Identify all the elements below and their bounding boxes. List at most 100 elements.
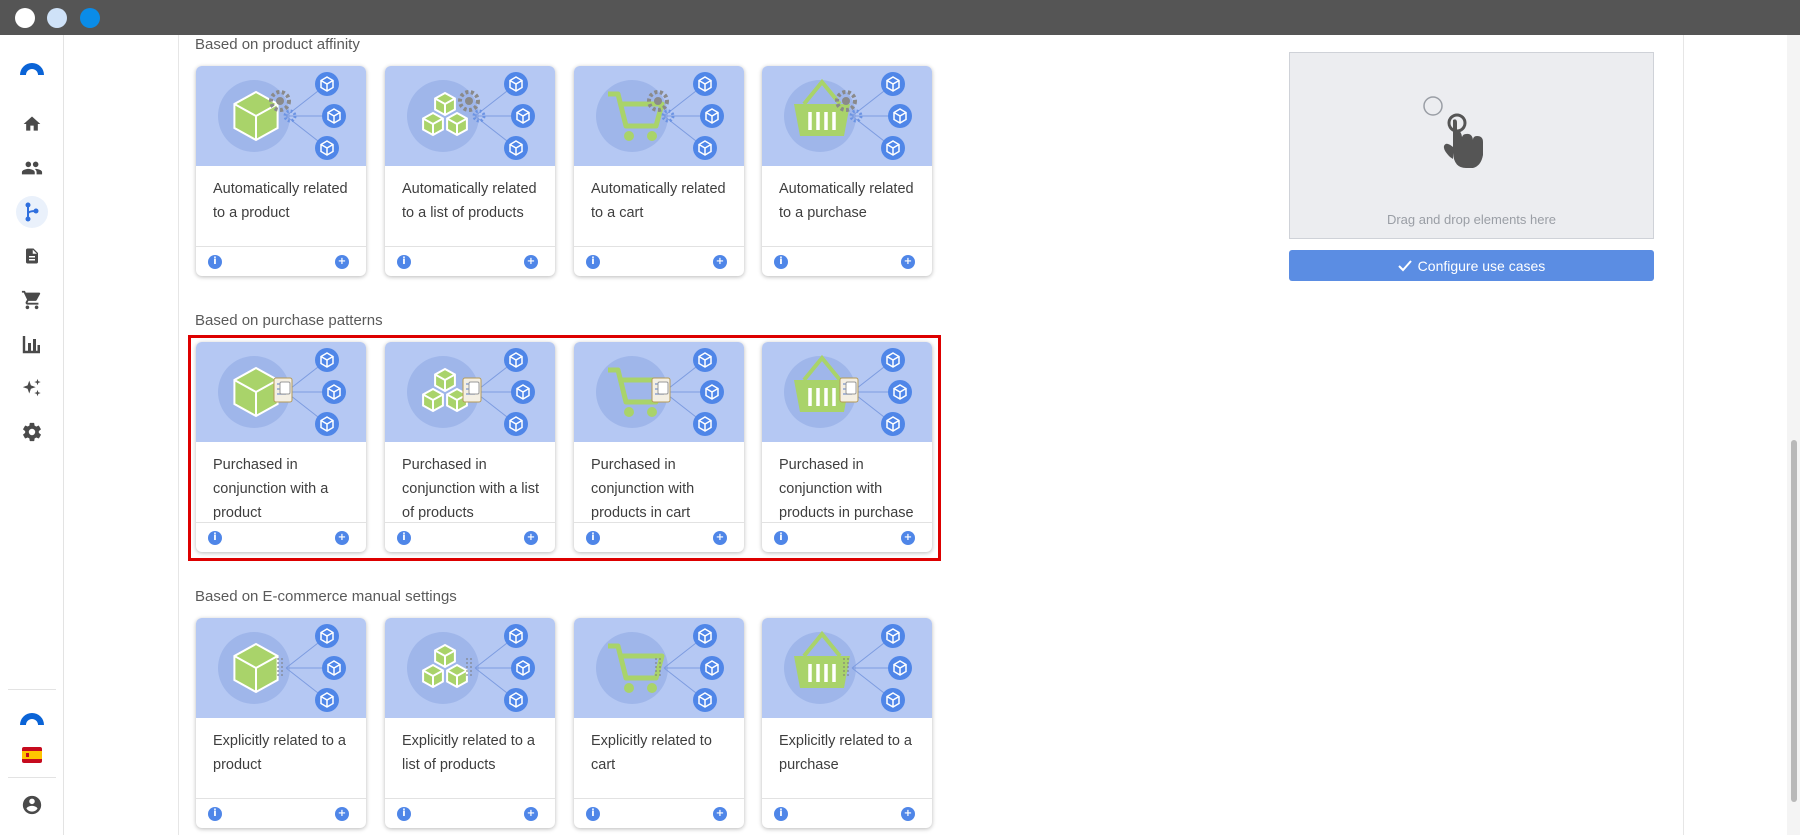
use-case-card[interactable]: Purchased in conjunction with a product i… (196, 342, 366, 552)
info-icon[interactable]: i (397, 807, 411, 821)
card-label: Explicitly related to a product (213, 733, 346, 773)
card-footer: i + (574, 798, 744, 828)
use-case-card[interactable]: Purchased in conjunction with a list of … (385, 342, 555, 552)
sidebar-divider (8, 777, 56, 778)
add-icon[interactable]: + (335, 807, 349, 821)
add-icon[interactable]: + (901, 531, 915, 545)
card-label: Purchased in conjunction with products i… (779, 457, 914, 521)
card-footer: i + (196, 798, 366, 828)
add-icon[interactable]: + (524, 255, 538, 269)
flow-icon[interactable] (16, 196, 48, 228)
user-account-icon[interactable] (16, 789, 48, 821)
card-label: Purchased in conjunction with a list of … (402, 457, 540, 521)
card-label: Purchased in conjunction with a product (213, 457, 329, 521)
basket-gear-icon (784, 72, 912, 160)
add-icon[interactable]: + (713, 255, 727, 269)
configure-use-cases-button[interactable]: Configure use cases (1289, 250, 1654, 281)
sidebar (0, 35, 64, 835)
card-label: Automatically related to a list of produ… (402, 181, 537, 221)
card-label: Automatically related to a product (213, 181, 348, 221)
section-title-product-affinity: Based on product affinity (195, 36, 360, 53)
add-icon[interactable]: + (901, 255, 915, 269)
info-icon[interactable]: i (208, 255, 222, 269)
brand-logo-icon[interactable] (16, 51, 48, 83)
window-close-button[interactable] (15, 8, 35, 28)
card-label: Explicitly related to cart (591, 733, 712, 773)
use-case-card[interactable]: Automatically related to a cart i + (574, 66, 744, 276)
info-icon[interactable]: i (397, 531, 411, 545)
add-icon[interactable]: + (524, 807, 538, 821)
card-footer: i + (385, 246, 555, 276)
brand-logo-icon[interactable] (16, 701, 48, 733)
drag-hand-icon (1423, 96, 1483, 168)
use-case-card[interactable]: Automatically related to a product i + (196, 66, 366, 276)
add-icon[interactable]: + (524, 531, 538, 545)
info-icon[interactable]: i (586, 807, 600, 821)
window-maximize-button[interactable] (80, 8, 100, 28)
card-label: Explicitly related to a purchase (779, 733, 912, 773)
use-case-card[interactable]: Explicitly related to a purchase i + (762, 618, 932, 828)
section-title-manual-settings: Based on E-commerce manual settings (195, 588, 457, 605)
product-list-link-icon (407, 624, 535, 712)
product-box-receipt-icon (218, 348, 346, 436)
check-icon (1397, 259, 1412, 271)
use-case-card[interactable]: Explicitly related to cart i + (574, 618, 744, 828)
card-label: Automatically related to a purchase (779, 181, 914, 221)
cart-link-icon (596, 624, 724, 712)
add-icon[interactable]: + (335, 255, 349, 269)
use-case-card[interactable]: Automatically related to a list of produ… (385, 66, 555, 276)
card-footer: i + (385, 522, 555, 552)
card-footer: i + (762, 246, 932, 276)
gear-icon[interactable] (16, 416, 48, 448)
info-icon[interactable]: i (208, 807, 222, 821)
add-icon[interactable]: + (901, 807, 915, 821)
drop-zone[interactable]: Drag and drop elements here (1289, 52, 1654, 239)
card-footer: i + (385, 798, 555, 828)
add-icon[interactable]: + (335, 531, 349, 545)
card-label: Explicitly related to a list of products (402, 733, 535, 773)
use-case-card[interactable]: Explicitly related to a product i + (196, 618, 366, 828)
info-icon[interactable]: i (208, 531, 222, 545)
window-titlebar (0, 0, 1800, 35)
product-list-receipt-icon (407, 348, 535, 436)
spain-flag-icon[interactable] (16, 739, 48, 771)
card-footer: i + (196, 246, 366, 276)
card-footer: i + (574, 522, 744, 552)
product-box-gear-icon (218, 72, 346, 160)
use-case-card[interactable]: Purchased in conjunction with products i… (574, 342, 744, 552)
info-icon[interactable]: i (774, 255, 788, 269)
info-icon[interactable]: i (397, 255, 411, 269)
people-icon[interactable] (16, 152, 48, 184)
add-icon[interactable]: + (713, 807, 727, 821)
card-footer: i + (196, 522, 366, 552)
card-label: Purchased in conjunction with products i… (591, 457, 695, 521)
info-icon[interactable]: i (586, 531, 600, 545)
card-footer: i + (762, 798, 932, 828)
sparkle-icon[interactable] (16, 372, 48, 404)
card-footer: i + (762, 522, 932, 552)
scrollbar-thumb[interactable] (1791, 440, 1797, 802)
info-icon[interactable]: i (774, 531, 788, 545)
product-list-gear-icon (407, 72, 535, 160)
basket-receipt-icon (784, 348, 912, 436)
configure-use-cases-label: Configure use cases (1417, 257, 1546, 274)
product-box-link-icon (218, 624, 346, 712)
card-label: Automatically related to a cart (591, 181, 726, 221)
document-icon[interactable] (16, 240, 48, 272)
use-case-card[interactable]: Automatically related to a purchase i + (762, 66, 932, 276)
home-icon[interactable] (16, 108, 48, 140)
window-minimize-button[interactable] (47, 8, 67, 28)
bar-chart-icon[interactable] (16, 328, 48, 360)
cart-receipt-icon (596, 348, 724, 436)
basket-link-icon (784, 624, 912, 712)
add-icon[interactable]: + (713, 531, 727, 545)
info-icon[interactable]: i (586, 255, 600, 269)
drop-zone-text: Drag and drop elements here (1386, 212, 1557, 227)
use-case-card[interactable]: Explicitly related to a list of products… (385, 618, 555, 828)
card-footer: i + (574, 246, 744, 276)
cart-gear-icon (596, 72, 724, 160)
sidebar-divider (8, 689, 56, 690)
info-icon[interactable]: i (774, 807, 788, 821)
cart-icon[interactable] (16, 284, 48, 316)
use-case-card[interactable]: Purchased in conjunction with products i… (762, 342, 932, 552)
